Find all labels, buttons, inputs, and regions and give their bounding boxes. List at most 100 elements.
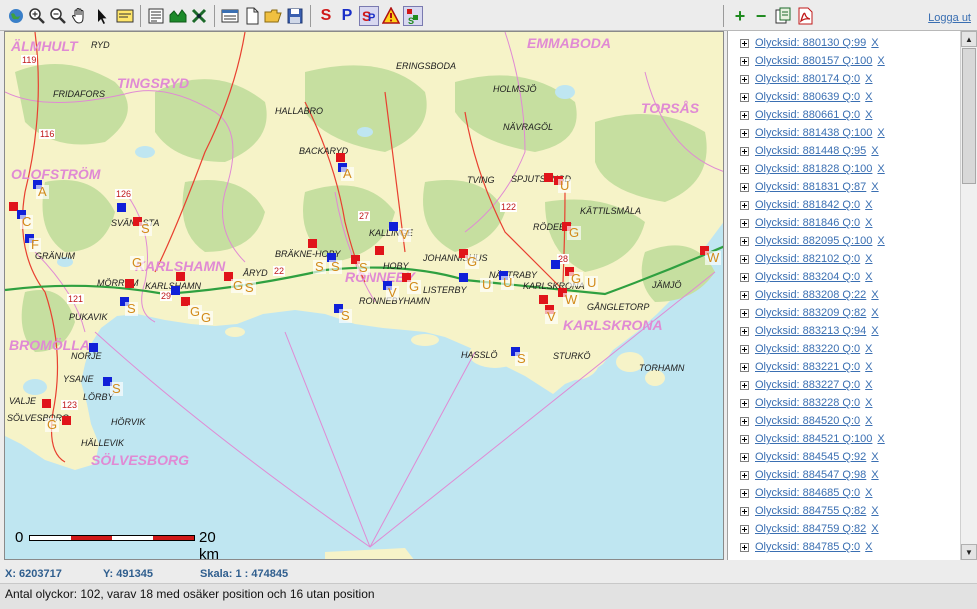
expand-icon[interactable] (740, 236, 749, 246)
s-tool-icon[interactable]: S (316, 6, 336, 26)
accident-link[interactable]: Olycksid: 880639 Q:0 (755, 91, 860, 103)
expand-icon[interactable] (740, 110, 749, 120)
scroll-thumb[interactable] (962, 48, 976, 184)
expand-icon[interactable] (740, 524, 749, 534)
zoom-plus-icon[interactable]: + (730, 6, 750, 26)
warning-icon[interactable] (381, 6, 401, 26)
remove-button[interactable]: X (877, 433, 884, 445)
accident-link[interactable]: Olycksid: 883221 Q:0 (755, 361, 860, 373)
accident-link[interactable]: Olycksid: 881828 Q:100 (755, 163, 872, 175)
zoom-minus-icon[interactable]: − (751, 6, 771, 26)
new-document-icon[interactable] (242, 6, 262, 26)
accident-link[interactable]: Olycksid: 884685 Q:0 (755, 487, 860, 499)
info-box-icon[interactable] (115, 6, 135, 26)
expand-icon[interactable] (740, 146, 749, 156)
expand-icon[interactable] (740, 290, 749, 300)
expand-icon[interactable] (740, 254, 749, 264)
expand-icon[interactable] (740, 164, 749, 174)
accident-link[interactable]: Olycksid: 883209 Q:82 (755, 307, 866, 319)
accident-marker-red[interactable] (336, 153, 345, 162)
remove-button[interactable]: X (865, 487, 872, 499)
remove-button[interactable]: X (871, 37, 878, 49)
accident-link[interactable]: Olycksid: 880661 Q:0 (755, 109, 860, 121)
remove-button[interactable]: X (865, 361, 872, 373)
accident-marker-red[interactable] (375, 246, 384, 255)
scroll-up-button[interactable]: ▲ (961, 31, 977, 47)
pan-hand-icon[interactable] (69, 6, 89, 26)
expand-icon[interactable] (740, 272, 749, 282)
expand-icon[interactable] (740, 488, 749, 498)
expand-icon[interactable] (740, 398, 749, 408)
remove-button[interactable]: X (865, 397, 872, 409)
remove-button[interactable]: X (871, 289, 878, 301)
accident-link[interactable]: Olycksid: 881831 Q:87 (755, 181, 866, 193)
zoom-out-icon[interactable] (48, 6, 68, 26)
accident-marker-red[interactable] (308, 239, 317, 248)
remove-button[interactable]: X (871, 523, 878, 535)
accident-marker-blue[interactable] (117, 203, 126, 212)
remove-button[interactable]: X (865, 73, 872, 85)
logout-link[interactable]: Logga ut (928, 12, 971, 24)
remove-button[interactable]: X (865, 217, 872, 229)
expand-icon[interactable] (740, 506, 749, 516)
remove-button[interactable]: X (865, 109, 872, 121)
expand-icon[interactable] (740, 362, 749, 372)
accident-marker-red[interactable] (176, 272, 185, 281)
accident-link[interactable]: Olycksid: 883220 Q:0 (755, 343, 860, 355)
accident-link[interactable]: Olycksid: 881842 Q:0 (755, 199, 860, 211)
accident-marker-red[interactable] (544, 173, 553, 182)
legend-icon[interactable] (146, 6, 166, 26)
remove-button[interactable]: X (871, 325, 878, 337)
expand-icon[interactable] (740, 218, 749, 228)
accident-link[interactable]: Olycksid: 884521 Q:100 (755, 433, 872, 445)
expand-icon[interactable] (740, 74, 749, 84)
zoom-in-icon[interactable] (27, 6, 47, 26)
expand-icon[interactable] (740, 182, 749, 192)
expand-icon[interactable] (740, 56, 749, 66)
accident-link[interactable]: Olycksid: 883204 Q:0 (755, 271, 860, 283)
expand-icon[interactable] (740, 92, 749, 102)
accident-link[interactable]: Olycksid: 883228 Q:0 (755, 397, 860, 409)
accident-link[interactable]: Olycksid: 884545 Q:92 (755, 451, 866, 463)
accident-marker-blue[interactable] (89, 343, 98, 352)
accident-link[interactable]: Olycksid: 882102 Q:0 (755, 253, 860, 265)
accident-link[interactable]: Olycksid: 884785 Q:0 (755, 541, 860, 553)
remove-button[interactable]: X (877, 235, 884, 247)
accident-link[interactable]: Olycksid: 884759 Q:82 (755, 523, 866, 535)
accident-link[interactable]: Olycksid: 880174 Q:0 (755, 73, 860, 85)
expand-icon[interactable] (740, 380, 749, 390)
remove-button[interactable]: X (871, 451, 878, 463)
report-icon[interactable] (220, 6, 240, 26)
expand-icon[interactable] (740, 326, 749, 336)
layers-icon[interactable] (168, 6, 188, 26)
accident-marker-red[interactable] (539, 295, 548, 304)
remove-button[interactable]: X (865, 199, 872, 211)
remove-button[interactable]: X (871, 469, 878, 481)
expand-icon[interactable] (740, 434, 749, 444)
accident-link[interactable]: Olycksid: 881846 Q:0 (755, 217, 860, 229)
remove-button[interactable]: X (865, 541, 872, 553)
accident-link[interactable]: Olycksid: 883213 Q:94 (755, 325, 866, 337)
expand-icon[interactable] (740, 38, 749, 48)
accident-link[interactable]: Olycksid: 884547 Q:98 (755, 469, 866, 481)
export-icon[interactable] (773, 6, 793, 26)
accident-marker-blue[interactable] (171, 286, 180, 295)
accident-marker-blue[interactable] (551, 260, 560, 269)
remove-button[interactable]: X (871, 145, 878, 157)
accident-marker-red[interactable] (42, 399, 51, 408)
map-canvas[interactable]: ÄLMHULT TINGSRYD EMMABODA TORSÅS OLOFSTR… (4, 31, 724, 560)
remove-button[interactable]: X (865, 379, 872, 391)
expand-icon[interactable] (740, 542, 749, 552)
accident-marker-red[interactable] (125, 279, 134, 288)
save-icon[interactable] (285, 6, 305, 26)
remove-button[interactable]: X (865, 253, 872, 265)
remove-button[interactable]: X (877, 163, 884, 175)
accident-link[interactable]: Olycksid: 883227 Q:0 (755, 379, 860, 391)
accident-link[interactable]: Olycksid: 880130 Q:99 (755, 37, 866, 49)
accident-link[interactable]: Olycksid: 884520 Q:0 (755, 415, 860, 427)
accident-link[interactable]: Olycksid: 883208 Q:22 (755, 289, 866, 301)
expand-icon[interactable] (740, 452, 749, 462)
statistics-icon[interactable]: S (403, 6, 423, 26)
remove-button[interactable]: X (865, 415, 872, 427)
globe-icon[interactable] (6, 6, 26, 26)
